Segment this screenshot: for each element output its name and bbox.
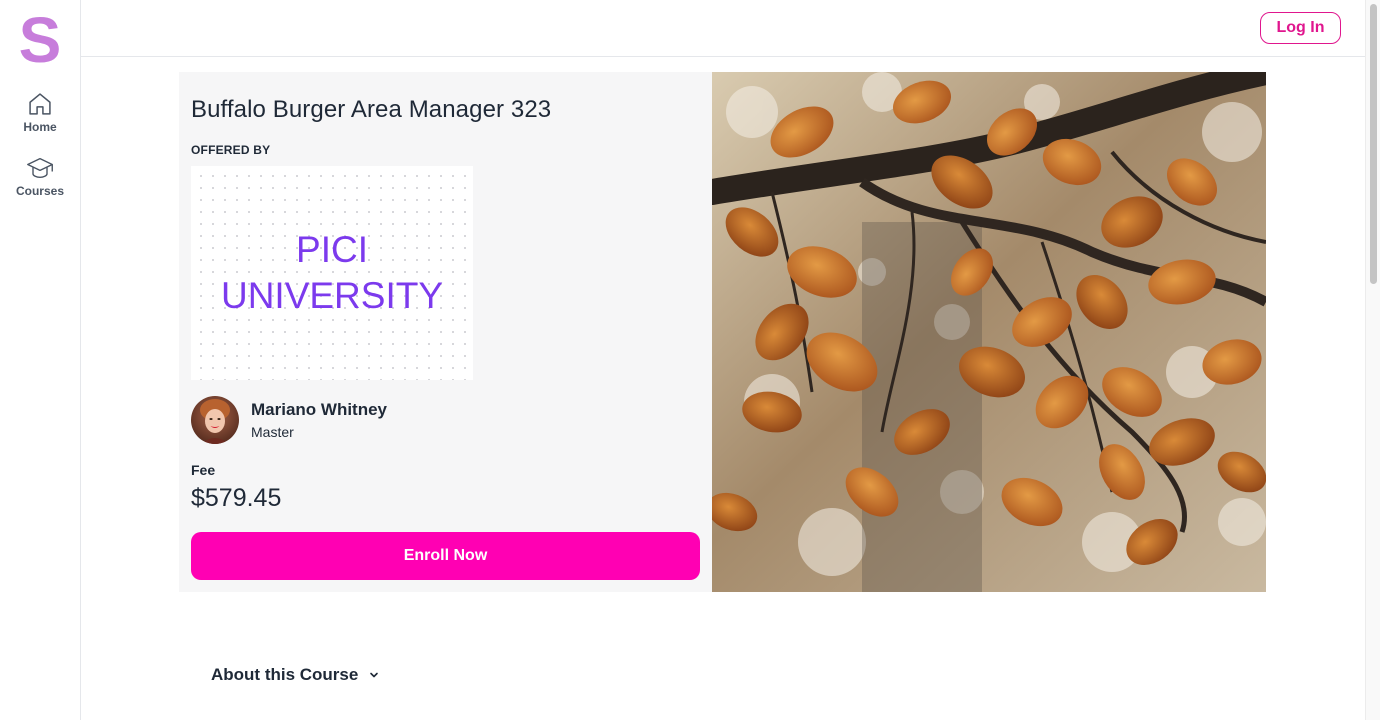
sidebar: S Home Courses xyxy=(0,0,81,720)
provider-name-line2: UNIVERSITY xyxy=(220,275,444,316)
sidebar-item-label: Home xyxy=(23,120,57,134)
about-course-toggle[interactable]: About this Course xyxy=(211,665,380,685)
page-scrollbar[interactable] xyxy=(1365,0,1380,720)
fee-label: Fee xyxy=(191,462,216,478)
offered-by-label: OFFERED BY xyxy=(191,143,271,157)
provider-logo[interactable]: PICI UNIVERSITY xyxy=(191,166,473,380)
about-course-label: About this Course xyxy=(211,665,359,684)
avatar xyxy=(191,396,239,444)
sidebar-item-courses[interactable]: Courses xyxy=(0,154,80,198)
brand-logo[interactable]: S xyxy=(14,4,66,76)
enroll-now-button[interactable]: Enroll Now xyxy=(191,532,700,580)
instructor-name: Mariano Whitney xyxy=(251,400,388,419)
provider-name-line1: PICI xyxy=(296,229,368,270)
top-bar: Log In xyxy=(81,0,1365,57)
graduation-cap-icon xyxy=(27,157,53,179)
svg-text:S: S xyxy=(19,8,62,68)
instructor-role: Master xyxy=(251,424,294,440)
sidebar-item-home[interactable]: Home xyxy=(0,90,80,134)
scrollbar-thumb[interactable] xyxy=(1370,4,1377,284)
sidebar-item-label: Courses xyxy=(15,184,65,198)
instructor-card[interactable]: Mariano Whitney Master xyxy=(191,396,387,444)
course-info-panel: Buffalo Burger Area Manager 323 OFFERED … xyxy=(179,72,712,592)
course-title: Buffalo Burger Area Manager 323 xyxy=(191,96,552,123)
chevron-down-icon xyxy=(370,672,379,678)
fee-value: $579.45 xyxy=(191,484,282,512)
home-icon xyxy=(29,93,51,115)
login-button[interactable]: Log In xyxy=(1260,12,1341,44)
course-hero-image xyxy=(712,72,1266,592)
